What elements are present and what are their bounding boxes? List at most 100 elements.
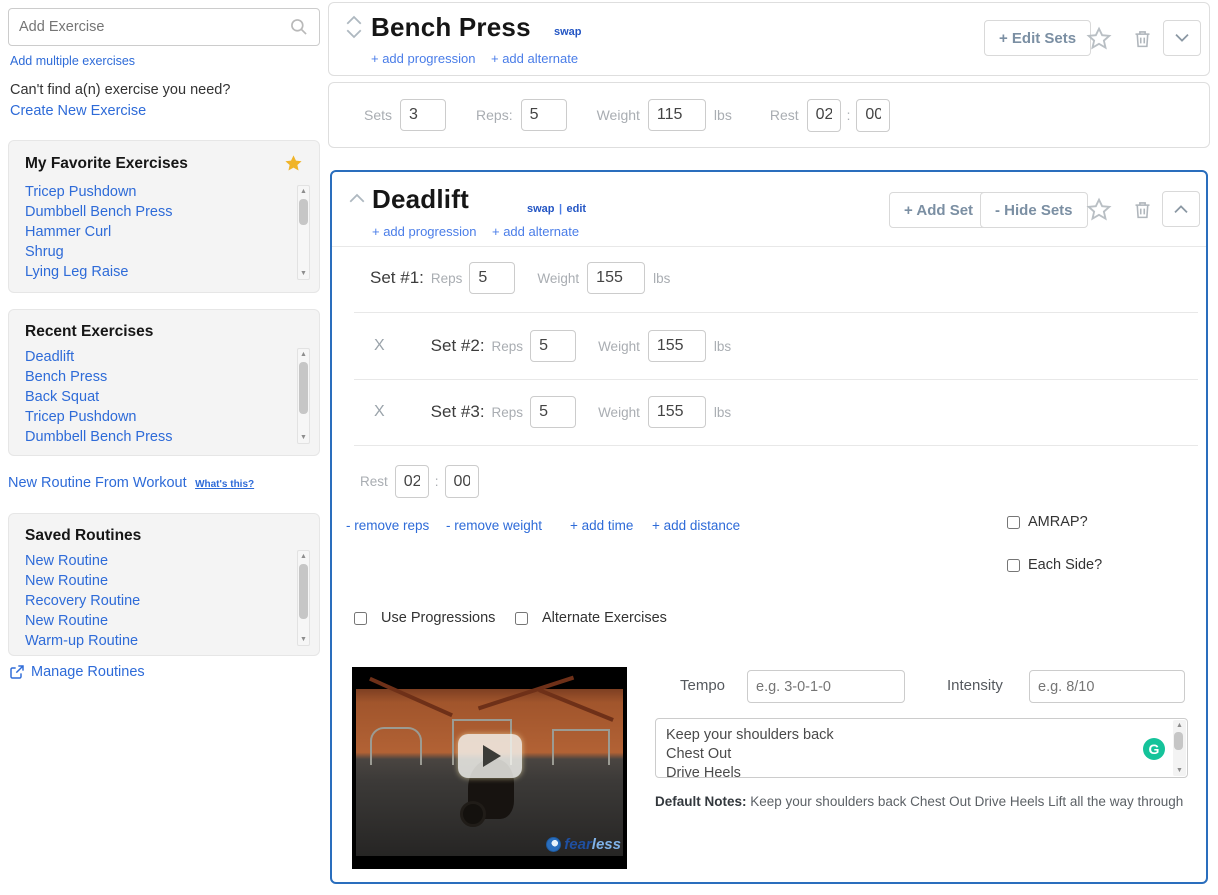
intensity-input[interactable] [1029,670,1185,703]
hide-sets-button[interactable]: - Hide Sets [980,192,1088,228]
reps-input[interactable] [530,396,577,428]
edit-link[interactable]: edit [567,203,587,215]
favorites-list: Tricep Pushdown Dumbbell Bench Press Ham… [25,182,303,282]
each-side-label: Each Side? [1028,557,1103,573]
scroll-up-icon[interactable]: ▲ [298,551,309,562]
scroll-up-icon[interactable]: ▲ [298,349,309,360]
list-item[interactable]: Tricep Pushdown [25,182,303,202]
reps-input[interactable] [530,330,577,362]
reps-label: Reps [491,404,524,420]
scroll-up-icon[interactable]: ▲ [298,186,309,197]
each-side-checkbox[interactable] [1007,558,1020,572]
use-progressions-checkbox[interactable] [354,611,367,625]
list-item[interactable]: Tricep Pushdown [25,407,303,427]
move-up-icon[interactable] [345,14,363,26]
list-item[interactable]: New Routine [25,571,303,591]
rest-minutes-input[interactable] [394,465,429,498]
play-icon [482,744,501,767]
remove-reps-link[interactable]: - remove reps [346,518,429,533]
search-input[interactable] [19,19,289,35]
scroll-down-icon[interactable]: ▼ [298,432,309,443]
rest-separator: : [846,107,851,123]
scroll-down-icon[interactable]: ▼ [298,268,309,279]
remove-weight-link[interactable]: - remove weight [446,518,542,533]
trash-icon[interactable] [1132,28,1153,49]
remove-set-button[interactable]: X [374,337,385,355]
trash-icon[interactable] [1132,199,1153,220]
scrollbar-thumb[interactable] [1174,732,1183,750]
rest-row: Rest : [360,465,479,498]
list-item[interactable]: Bench Press [25,367,303,387]
notes-textarea[interactable]: Keep your shoulders back Chest Out Drive… [656,719,1171,777]
scrollbar[interactable]: ▲ ▼ [297,550,310,646]
scroll-down-icon[interactable]: ▼ [298,634,309,645]
list-item[interactable]: Hammer Curl [25,222,303,242]
list-item[interactable]: Deadlift [25,347,303,367]
whats-this-link[interactable]: What's this? [195,479,254,490]
list-item[interactable]: Warm-up Routine [25,631,303,651]
amrap-checkbox[interactable] [1007,515,1020,529]
rest-minutes-input[interactable] [806,98,841,132]
play-button[interactable] [457,733,522,778]
swap-link[interactable]: swap [554,26,582,38]
grammarly-icon[interactable]: G [1143,738,1165,760]
list-item[interactable]: Shrug [25,242,303,262]
weight-label: Weight [598,404,640,420]
add-distance-link[interactable]: + add distance [652,518,740,533]
collapse-toggle-button[interactable] [1163,20,1201,56]
add-alternate-link[interactable]: + add alternate [491,51,578,66]
weight-input[interactable] [587,262,646,294]
alternate-exercises-checkbox[interactable] [515,611,528,625]
list-item[interactable]: Dumbbell Bench Press [25,427,303,447]
add-alternate-link[interactable]: + add alternate [492,224,579,239]
edit-sets-button[interactable]: + Edit Sets [984,20,1092,56]
rest-seconds-input[interactable] [856,98,891,132]
scrollbar[interactable]: ▲ ▼ [1173,720,1186,776]
move-down-icon[interactable] [345,28,363,40]
weight-input[interactable] [647,330,706,362]
list-item[interactable]: New Routine [25,551,303,571]
move-up-icon[interactable] [348,192,366,204]
favorite-star-icon[interactable] [1086,197,1112,223]
reps-label: Reps: [476,107,513,123]
scroll-down-icon[interactable]: ▼ [1173,765,1186,776]
rest-seconds-input[interactable] [444,465,479,498]
scrollbar[interactable]: ▲ ▼ [297,348,310,444]
list-item[interactable]: New Routine [25,611,303,631]
external-link-icon [9,664,25,680]
brand-text-light: less [591,836,621,853]
scrollbar-thumb[interactable] [299,564,308,619]
favorite-star-icon[interactable] [1086,26,1112,52]
search-icon[interactable] [289,17,309,37]
tempo-label: Tempo [680,677,726,694]
add-progression-link[interactable]: + add progression [372,224,476,239]
add-multiple-exercises-link[interactable]: Add multiple exercises [10,54,135,68]
weight-input[interactable] [647,99,706,131]
add-progression-link[interactable]: + add progression [371,51,475,66]
manage-routines-link[interactable]: Manage Routines [31,664,145,680]
exercise-video-thumbnail[interactable]: fear less [352,667,627,869]
scroll-up-icon[interactable]: ▲ [1173,720,1186,731]
reps-input[interactable] [520,99,567,131]
list-item[interactable]: Lying Leg Raise [25,262,303,282]
collapse-toggle-button[interactable] [1162,191,1200,227]
scrollbar-thumb[interactable] [299,362,308,414]
list-item[interactable]: Dumbbell Bench Press [25,202,303,222]
add-set-button[interactable]: + Add Set [889,192,989,228]
weight-unit: lbs [713,404,732,420]
remove-set-button[interactable]: X [374,403,385,421]
list-item[interactable]: Back Squat [25,387,303,407]
reps-input[interactable] [469,262,516,294]
scrollbar[interactable]: ▲ ▼ [297,185,310,280]
sets-input[interactable] [400,99,447,131]
list-item[interactable]: Recovery Routine [25,591,303,611]
weight-input[interactable] [647,396,706,428]
new-routine-from-workout-link[interactable]: New Routine From Workout [8,475,187,491]
create-new-exercise-link[interactable]: Create New Exercise [10,103,146,119]
add-time-link[interactable]: + add time [570,518,633,533]
swap-link[interactable]: swap [527,203,555,215]
set-row: X Set #3: Reps Weight lbs [374,396,731,428]
bench-press-sets-card: Sets Reps: Weight lbs Rest : [328,82,1210,148]
tempo-input[interactable] [747,670,905,703]
scrollbar-thumb[interactable] [299,199,308,225]
